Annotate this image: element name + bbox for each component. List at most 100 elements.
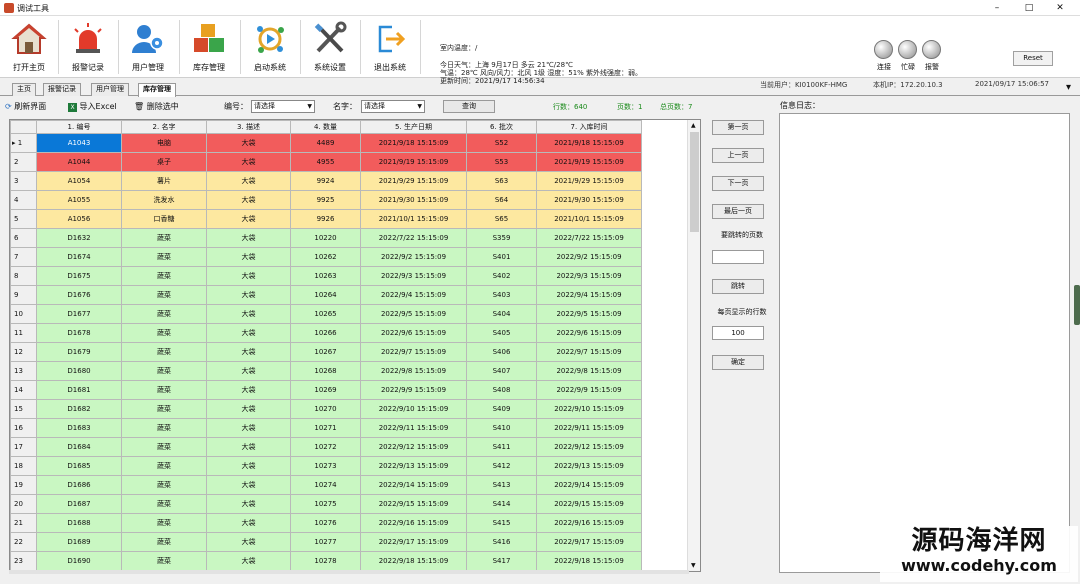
table-cell[interactable]: 大袋	[206, 323, 291, 343]
table-cell[interactable]: 10276	[290, 513, 361, 533]
table-row[interactable]: 17 D1684 蔬菜 大袋 10272 2022/9/12 15:15:09 S411 20…	[10, 437, 642, 457]
table-cell[interactable]: D1689	[36, 532, 122, 552]
name-select[interactable]: 请选择 ▼	[361, 100, 425, 113]
table-cell[interactable]: S401	[466, 247, 537, 267]
row-number[interactable]: 10	[10, 304, 37, 324]
table-cell[interactable]: 蔬菜	[121, 551, 207, 571]
table-cell[interactable]: 蔬菜	[121, 361, 207, 381]
table-cell[interactable]: 大袋	[206, 190, 291, 210]
table-cell[interactable]: 2022/9/11 15:15:09	[360, 418, 467, 438]
table-cell[interactable]: D1681	[36, 380, 122, 400]
table-cell[interactable]: 大袋	[206, 494, 291, 514]
row-number[interactable]: 15	[10, 399, 37, 419]
table-cell[interactable]: 2022/9/3 15:15:09	[360, 266, 467, 286]
grid-vertical-scrollbar[interactable]: ▲ ▼	[687, 120, 700, 571]
table-cell[interactable]: 大袋	[206, 456, 291, 476]
table-row[interactable]: 3 A1054 薯片 大袋 9924 2021/9/29 15:15:09 S63 2021/…	[10, 171, 642, 191]
table-cell[interactable]: A1055	[36, 190, 122, 210]
table-cell[interactable]: 9924	[290, 171, 361, 191]
table-cell[interactable]: 2022/9/2 15:15:09	[360, 247, 467, 267]
table-cell[interactable]: S64	[466, 190, 537, 210]
table-cell[interactable]: 口香糖	[121, 209, 207, 229]
query-button[interactable]: 查询	[443, 100, 495, 113]
jump-button[interactable]: 跳转	[712, 279, 764, 294]
row-number[interactable]: 18	[10, 456, 37, 476]
table-cell[interactable]: 蔬菜	[121, 418, 207, 438]
table-cell[interactable]: 2022/9/2 15:15:09	[536, 247, 642, 267]
table-row[interactable]: 10 D1677 蔬菜 大袋 10265 2022/9/5 15:15:09 S404 202…	[10, 304, 642, 324]
table-cell[interactable]: 10262	[290, 247, 361, 267]
table-cell[interactable]: D1683	[36, 418, 122, 438]
table-cell[interactable]: A1054	[36, 171, 122, 191]
column-header[interactable]: 4. 数量	[290, 120, 361, 134]
scroll-thumb[interactable]	[690, 132, 699, 232]
table-cell[interactable]: 2021/9/30 15:15:09	[360, 190, 467, 210]
table-cell[interactable]: 2022/9/9 15:15:09	[360, 380, 467, 400]
table-cell[interactable]: D1632	[36, 228, 122, 248]
table-cell[interactable]: S415	[466, 513, 537, 533]
table-cell[interactable]: 蔬菜	[121, 228, 207, 248]
table-cell[interactable]: S405	[466, 323, 537, 343]
row-number[interactable]: 2	[10, 152, 37, 172]
table-cell[interactable]: 蔬菜	[121, 475, 207, 495]
table-cell[interactable]: 蔬菜	[121, 304, 207, 324]
code-select[interactable]: 请选择 ▼	[251, 100, 315, 113]
table-cell[interactable]: S413	[466, 475, 537, 495]
tab-alarm-log[interactable]: 报警记录	[43, 83, 81, 96]
table-cell[interactable]: 10273	[290, 456, 361, 476]
table-cell[interactable]: 10275	[290, 494, 361, 514]
tab-home[interactable]: 主页	[12, 83, 36, 96]
table-cell[interactable]: 蔬菜	[121, 342, 207, 362]
table-cell[interactable]: S52	[466, 133, 537, 153]
table-cell[interactable]: 2022/9/8 15:15:09	[536, 361, 642, 381]
table-cell[interactable]: 2021/9/29 15:15:09	[536, 171, 642, 191]
table-cell[interactable]: 电脑	[121, 133, 207, 153]
table-cell[interactable]: 2022/9/6 15:15:09	[360, 323, 467, 343]
row-number[interactable]: ▸ 1	[10, 133, 37, 153]
table-cell[interactable]: S359	[466, 228, 537, 248]
table-cell[interactable]: 2021/9/19 15:15:09	[536, 152, 642, 172]
table-cell[interactable]: D1679	[36, 342, 122, 362]
table-cell[interactable]: D1686	[36, 475, 122, 495]
table-cell[interactable]: 9925	[290, 190, 361, 210]
table-cell[interactable]: 2022/9/4 15:15:09	[360, 285, 467, 305]
maximize-button[interactable]: □	[1015, 1, 1043, 15]
table-cell[interactable]: 大袋	[206, 532, 291, 552]
table-cell[interactable]: D1678	[36, 323, 122, 343]
table-cell[interactable]: 2022/9/6 15:15:09	[536, 323, 642, 343]
tab-dropdown-icon[interactable]: ▾	[1066, 82, 1071, 93]
table-cell[interactable]: 大袋	[206, 551, 291, 571]
table-cell[interactable]: 大袋	[206, 304, 291, 324]
table-cell[interactable]: 2022/9/5 15:15:09	[536, 304, 642, 324]
inventory-grid[interactable]: 1. 编号 2. 名字 3. 描述 4. 数量 5. 生产日期 6. 批次 7.…	[9, 119, 701, 572]
table-cell[interactable]: 大袋	[206, 228, 291, 248]
table-cell[interactable]: 大袋	[206, 152, 291, 172]
tab-user-manage[interactable]: 用户管理	[91, 83, 129, 96]
column-header[interactable]: 3. 描述	[206, 120, 291, 134]
table-cell[interactable]: 2022/9/11 15:15:09	[536, 418, 642, 438]
table-cell[interactable]: S407	[466, 361, 537, 381]
last-page-button[interactable]: 最后一页	[712, 204, 764, 219]
side-grip-handle[interactable]	[1074, 285, 1080, 325]
close-window-button[interactable]: ✕	[1046, 1, 1074, 15]
delete-selected-button[interactable]: 🗑 删除选中	[134, 101, 179, 112]
user-manage-button[interactable]: 用户管理	[119, 18, 177, 76]
row-number[interactable]: 7	[10, 247, 37, 267]
table-cell[interactable]: 10272	[290, 437, 361, 457]
alarm-log-button[interactable]: 报警记录	[59, 18, 117, 76]
table-cell[interactable]: 蔬菜	[121, 323, 207, 343]
next-page-button[interactable]: 下一页	[712, 176, 764, 191]
prev-page-button[interactable]: 上一页	[712, 148, 764, 163]
table-cell[interactable]: 蔬菜	[121, 285, 207, 305]
table-cell[interactable]: 2021/10/1 15:15:09	[360, 209, 467, 229]
table-row[interactable]: 18 D1685 蔬菜 大袋 10273 2022/9/13 15:15:09 S412 20…	[10, 456, 642, 476]
table-cell[interactable]: D1687	[36, 494, 122, 514]
table-cell[interactable]: 2022/9/10 15:15:09	[536, 399, 642, 419]
first-page-button[interactable]: 第一页	[712, 120, 764, 135]
table-row[interactable]: 12 D1679 蔬菜 大袋 10267 2022/9/7 15:15:09 S406 202…	[10, 342, 642, 362]
table-cell[interactable]: 2022/9/12 15:15:09	[360, 437, 467, 457]
table-cell[interactable]: 2022/9/13 15:15:09	[536, 456, 642, 476]
table-cell[interactable]: S63	[466, 171, 537, 191]
table-row[interactable]: 9 D1676 蔬菜 大袋 10264 2022/9/4 15:15:09 S403 2022…	[10, 285, 642, 305]
row-number[interactable]: 14	[10, 380, 37, 400]
